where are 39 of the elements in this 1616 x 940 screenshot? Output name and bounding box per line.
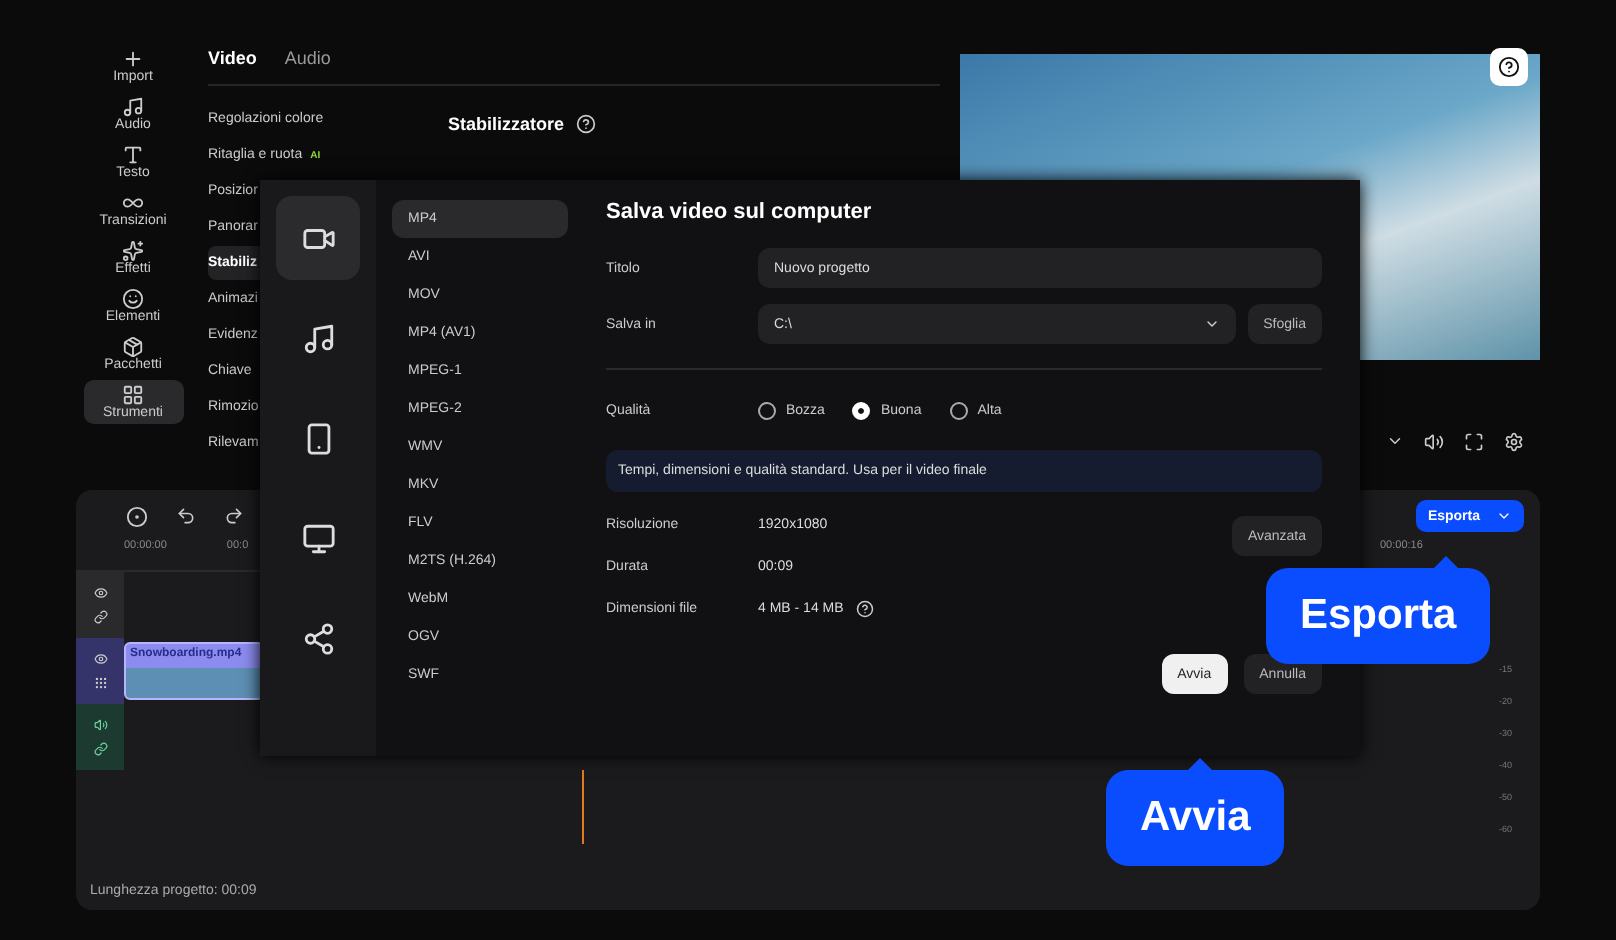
radio-button[interactable] (949, 401, 968, 419)
grip-icon[interactable] (93, 676, 107, 690)
help-button[interactable] (1490, 48, 1528, 86)
dialog-title: Salva video sul computer (606, 200, 874, 224)
link-icon[interactable] (93, 742, 107, 756)
eye-icon[interactable] (93, 652, 107, 666)
share-icon (301, 621, 335, 655)
volume-icon[interactable] (93, 718, 107, 732)
callout: Avvia (1106, 770, 1285, 866)
settings-icon[interactable] (1504, 432, 1524, 452)
sparkles-icon (122, 240, 144, 262)
section-heading: Stabilizzatore (448, 114, 565, 134)
category-tab[interactable] (276, 196, 360, 280)
link-icon[interactable] (93, 610, 107, 624)
radio-button[interactable] (758, 401, 776, 419)
chevron-down-icon (1203, 316, 1220, 332)
chevron-down-icon[interactable] (1496, 508, 1512, 524)
undo-icon[interactable] (176, 506, 196, 526)
music-note-icon (122, 96, 144, 118)
music-note-icon (301, 321, 335, 355)
callout: Esporta (1266, 568, 1491, 664)
volume-icon[interactable] (1424, 432, 1444, 452)
text-icon (122, 144, 144, 166)
eye-icon[interactable] (93, 586, 107, 600)
monitor-icon (301, 521, 335, 555)
redo-icon[interactable] (224, 506, 244, 526)
fullscreen-icon[interactable] (1464, 432, 1484, 452)
smiley-icon (122, 288, 144, 310)
grid-icon (122, 384, 144, 406)
infinity-icon (122, 192, 144, 214)
package-icon (122, 336, 144, 358)
plus-icon (122, 48, 144, 70)
help-icon (1498, 56, 1520, 78)
record-icon[interactable] (126, 506, 148, 528)
help-icon[interactable] (855, 600, 874, 618)
chevron-down-icon[interactable] (1386, 432, 1404, 450)
help-icon[interactable] (576, 114, 597, 134)
tab[interactable]: Audio (284, 48, 331, 68)
tab[interactable]: Video (208, 48, 257, 68)
